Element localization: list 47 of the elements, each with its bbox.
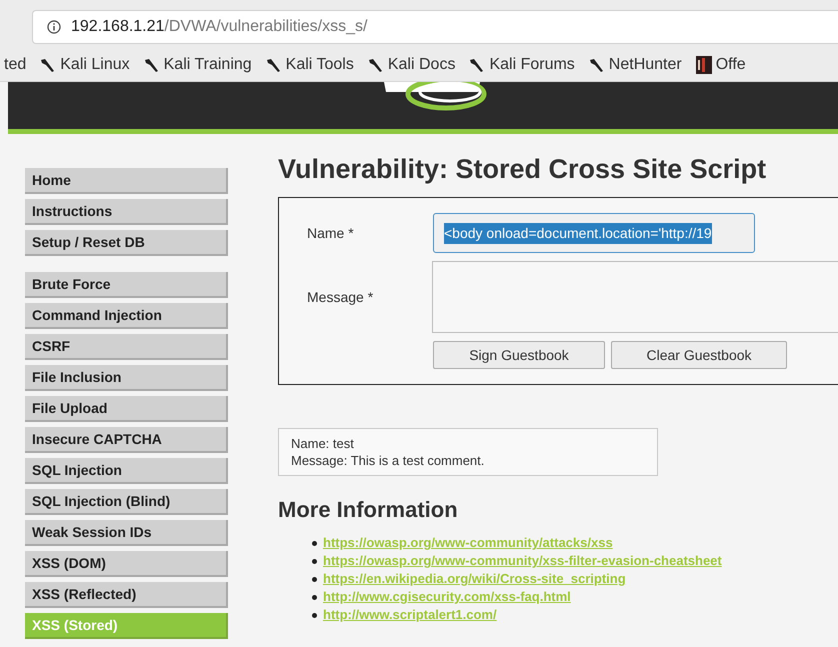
bookmark[interactable]: Kali Linux xyxy=(40,52,130,76)
nav-item[interactable]: SQL Injection (Blind) xyxy=(25,489,228,515)
bullet-icon xyxy=(312,594,317,600)
logo-icon xyxy=(696,56,712,74)
bullet-icon xyxy=(312,540,317,546)
bookmark[interactable]: Kali Forums xyxy=(469,52,575,76)
nav-item[interactable]: Setup / Reset DB xyxy=(25,230,228,256)
dragon-icon xyxy=(588,56,605,72)
message-field[interactable] xyxy=(432,261,838,333)
nav-item[interactable]: CSRF xyxy=(25,334,228,360)
form-button[interactable]: Clear Guestbook xyxy=(611,341,787,369)
dragon-icon xyxy=(144,56,160,72)
name-label: Name * xyxy=(307,224,355,242)
bookmark[interactable]: ted xyxy=(4,52,26,76)
form-button[interactable]: Sign Guestbook xyxy=(433,341,605,369)
dragon-icon xyxy=(266,56,282,72)
bullet-icon xyxy=(312,558,317,564)
entry-message: Message: This is a test comment. xyxy=(291,452,486,469)
bullet-icon xyxy=(312,612,317,618)
nav-item[interactable]: Instructions xyxy=(25,199,228,225)
name-field[interactable]: <body onload=document.location='http://19 xyxy=(433,213,755,253)
section-heading: More Information xyxy=(278,496,459,524)
bookmark[interactable]: NetHunter xyxy=(588,52,682,76)
message-label: Message * xyxy=(307,288,374,307)
nav-item[interactable]: Weak Session IDs xyxy=(25,520,228,546)
nav-item[interactable]: File Upload xyxy=(25,396,228,422)
nav-item[interactable]: Insecure CAPTCHA xyxy=(25,427,228,453)
dragon-icon xyxy=(469,56,486,72)
url-text: 192.168.1.21/DVWA/vulnerabilities/xss_s/ xyxy=(71,17,368,37)
nav-item[interactable]: File Inclusion xyxy=(25,365,228,391)
nav-item[interactable]: XSS (DOM) xyxy=(25,551,228,577)
dragon-icon xyxy=(40,56,56,72)
bullet-icon xyxy=(312,576,317,582)
bookmark[interactable]: Offe xyxy=(696,52,746,76)
dragon-icon xyxy=(368,56,384,72)
bookmark[interactable]: Kali Training xyxy=(144,52,252,76)
nav-item[interactable]: XSS (Reflected) xyxy=(25,582,228,608)
entry-name: Name: test xyxy=(291,435,355,452)
nav-item[interactable]: Home xyxy=(25,168,228,194)
bookmark[interactable]: Kali Docs xyxy=(368,52,456,76)
nav-item[interactable]: Brute Force xyxy=(25,272,228,298)
nav-item[interactable]: SQL Injection xyxy=(25,458,228,484)
page-title: Vulnerability: Stored Cross Site Script xyxy=(278,153,768,186)
nav-item[interactable]: Command Injection xyxy=(25,303,228,329)
info-icon xyxy=(47,20,61,34)
bookmark[interactable]: Kali Tools xyxy=(266,52,354,76)
address-bar[interactable]: 192.168.1.21/DVWA/vulnerabilities/xss_s/ xyxy=(32,10,838,44)
